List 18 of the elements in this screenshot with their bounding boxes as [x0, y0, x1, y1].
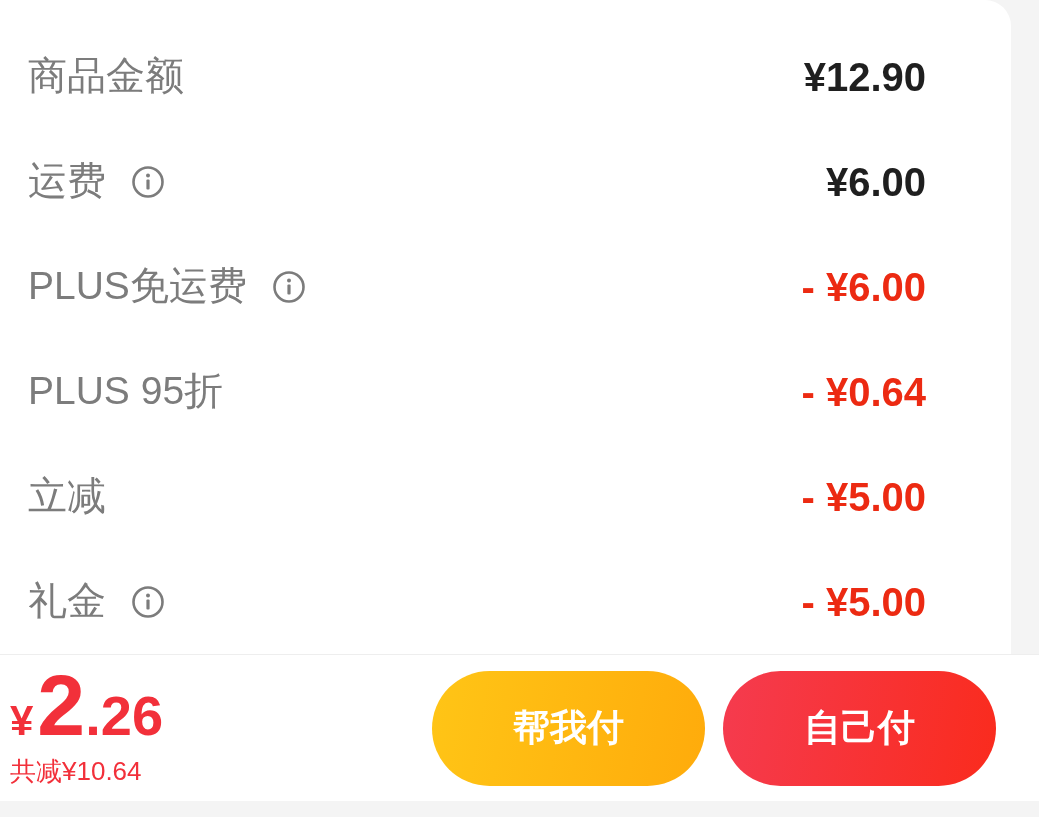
info-icon[interactable] [132, 585, 164, 618]
discount-amount: - ¥0.64 [801, 368, 926, 416]
info-icon[interactable] [272, 270, 305, 303]
fee-amount: ¥6.00 [825, 158, 926, 206]
discount-amount: - ¥5.00 [801, 473, 926, 521]
savings-text: 共减¥10.64 [10, 757, 142, 787]
pay-myself-button[interactable]: 自己付 [723, 670, 996, 786]
fee-label: 商品金额 [28, 53, 184, 100]
info-icon[interactable] [132, 165, 164, 198]
discount-amount: - ¥6.00 [801, 263, 926, 311]
fee-label: 运费 [28, 158, 106, 205]
discount-amount: - ¥5.00 [801, 578, 926, 626]
fee-label: PLUS 95折 [28, 368, 224, 415]
fee-label: PLUS免运费 [28, 263, 247, 310]
fee-amount: ¥12.90 [803, 53, 926, 101]
fee-label: 立减 [28, 473, 106, 520]
fee-label: 礼金 [28, 578, 106, 625]
total-price: ¥2.26 [10, 669, 164, 744]
